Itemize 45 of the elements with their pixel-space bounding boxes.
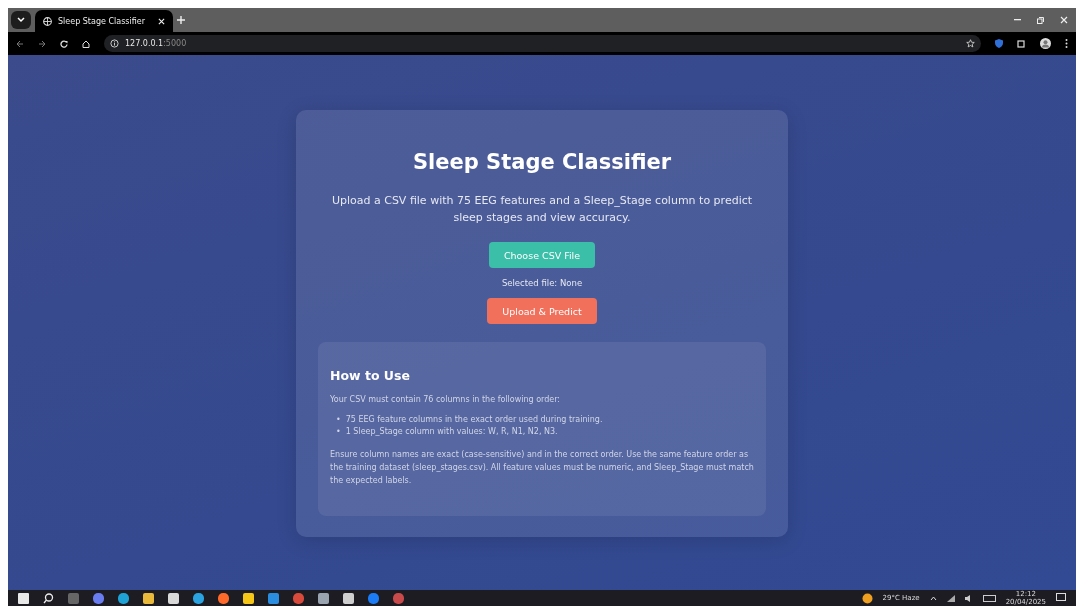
menu-icon[interactable] — [1065, 39, 1068, 48]
forward-arrow-icon[interactable] — [38, 39, 46, 48]
globe-icon — [43, 16, 52, 26]
instructions-intro: Your CSV must contain 76 columns in the following order: — [330, 394, 562, 406]
tab-title: Sleep Stage Classifier — [58, 16, 146, 26]
selected-file-text: Selected file: None — [501, 278, 583, 288]
shield-icon[interactable] — [995, 39, 1003, 48]
instructions-note: Ensure column names are exact (case-sensitive) and in the correct order. Use the same feature order as the training dataset (sleep_stages.csv). All feature values must be numeric, and Sleep_Stage must match the expected labels. — [330, 449, 754, 487]
folder-icon[interactable] — [143, 592, 154, 604]
app-icon[interactable] — [193, 592, 204, 604]
back-arrow-icon[interactable] — [16, 39, 24, 48]
description-text: Upload a CSV file with 75 EEG features and a Sleep_Stage column to predict sleep stages and view accuracy. — [330, 193, 754, 226]
chevron-up-icon[interactable] — [929, 595, 937, 601]
bullet-marker: • — [336, 426, 341, 438]
app-icon[interactable] — [118, 592, 129, 604]
app-icon[interactable] — [243, 592, 254, 604]
app-icon[interactable] — [168, 592, 179, 604]
profile-icon[interactable] — [1040, 38, 1051, 49]
browser-tab[interactable]: Sleep Stage Classifier — [35, 10, 173, 32]
instruction-bullet: 75 EEG feature columns in the exact order used during training. — [345, 414, 603, 426]
close-icon[interactable] — [158, 17, 165, 25]
home-icon[interactable] — [82, 39, 90, 48]
bullet-marker: • — [336, 414, 341, 426]
page-title: Sleep Stage Classifier — [412, 150, 672, 174]
keyboard-icon[interactable] — [982, 594, 996, 602]
app-icon[interactable] — [268, 592, 279, 604]
minimize-icon[interactable] — [1014, 19, 1021, 21]
tab-menu-button[interactable] — [11, 11, 31, 29]
info-icon[interactable] — [110, 39, 119, 48]
reload-icon[interactable] — [60, 39, 68, 48]
weather-icon — [861, 592, 873, 604]
notification-icon[interactable] — [1056, 593, 1066, 603]
app-icon[interactable] — [343, 592, 354, 604]
search-icon[interactable] — [43, 592, 54, 604]
chevron-down-icon — [17, 17, 25, 23]
restore-icon[interactable] — [1037, 16, 1044, 24]
new-tab-icon[interactable] — [177, 16, 185, 24]
star-icon[interactable] — [966, 39, 975, 48]
speaker-icon[interactable] — [964, 594, 973, 602]
start-icon[interactable] — [18, 592, 29, 604]
instruction-bullet: 1 Sleep_Stage column with values: W, R, N1, N2, N3. — [345, 426, 558, 438]
instructions-title: How to Use — [330, 368, 411, 383]
url-text[interactable]: 127.0.0.1:5000 — [125, 39, 187, 48]
app-icon[interactable] — [218, 592, 229, 604]
wifi-icon[interactable] — [946, 594, 955, 602]
